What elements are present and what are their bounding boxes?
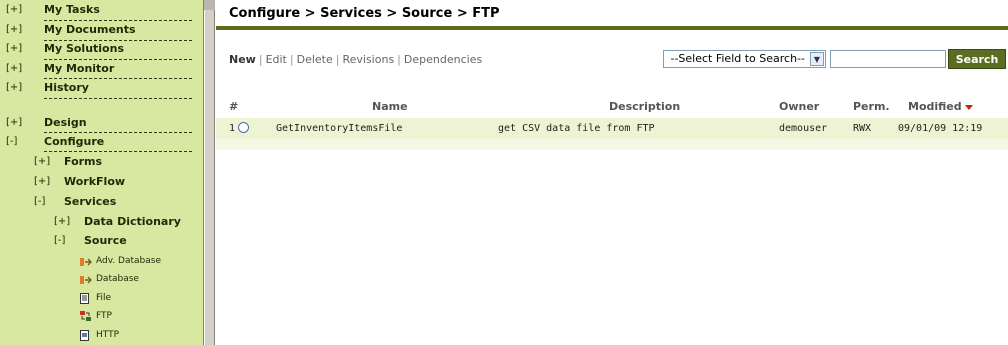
nav-label[interactable]: FTP bbox=[96, 307, 112, 325]
nav-item-services[interactable]: [-] Services bbox=[0, 193, 200, 211]
nav-label[interactable]: Adv. Database bbox=[96, 252, 161, 270]
table-header: # Name Description Owner Perm. Modified bbox=[216, 98, 1008, 116]
nav-item-my-tasks[interactable]: [+] My Tasks bbox=[0, 1, 200, 19]
database-connector-icon bbox=[80, 274, 92, 284]
nav-item-file[interactable]: File bbox=[0, 289, 200, 307]
nav-item-data-dictionary[interactable]: [+] Data Dictionary bbox=[0, 213, 200, 231]
ftp-icon bbox=[80, 311, 91, 321]
nav-item-adv-database[interactable]: Adv. Database bbox=[0, 252, 200, 270]
row-name[interactable]: GetInventoryItemsFile bbox=[276, 123, 402, 134]
sort-descending-icon[interactable] bbox=[964, 104, 973, 110]
separator: | bbox=[397, 53, 401, 66]
nav-item-history[interactable]: [+] History bbox=[0, 79, 200, 97]
column-header-name[interactable]: Name bbox=[372, 100, 408, 113]
nav-item-workflow[interactable]: [+] WorkFlow bbox=[0, 173, 200, 191]
navigation-sidebar: [+] My Tasks [+] My Documents [+] My Sol… bbox=[0, 0, 204, 345]
separator: | bbox=[335, 53, 340, 66]
dependencies-link[interactable]: Dependencies bbox=[404, 53, 482, 66]
nav-item-source[interactable]: [-] Source bbox=[0, 232, 200, 250]
nav-label[interactable]: HTTP bbox=[96, 326, 119, 344]
search-button[interactable]: Search bbox=[948, 49, 1006, 69]
new-link[interactable]: New bbox=[229, 53, 256, 66]
divider bbox=[44, 151, 192, 152]
main-content: Configure > Services > Source > FTP New |… bbox=[216, 0, 1008, 345]
collapse-toggle[interactable]: [-] bbox=[54, 232, 65, 250]
page-title: Configure > Services > Source > FTP bbox=[229, 6, 500, 21]
nav-item-my-solutions[interactable]: [+] My Solutions bbox=[0, 40, 200, 58]
nav-item-http[interactable]: HTTP bbox=[0, 326, 200, 344]
nav-label[interactable]: Data Dictionary bbox=[84, 213, 181, 231]
expand-toggle[interactable]: [+] bbox=[6, 21, 22, 39]
column-header-index: # bbox=[229, 100, 239, 113]
nav-item-database[interactable]: Database bbox=[0, 270, 200, 288]
collapse-toggle[interactable]: [-] bbox=[34, 193, 45, 211]
expand-toggle[interactable]: [+] bbox=[6, 1, 22, 19]
nav-label[interactable]: My Monitor bbox=[44, 60, 114, 78]
nav-label[interactable]: My Documents bbox=[44, 21, 136, 39]
column-header-owner[interactable]: Owner bbox=[779, 100, 819, 113]
separator: | bbox=[258, 53, 263, 66]
row-description: get CSV data file from FTP bbox=[498, 123, 655, 134]
nav-item-ftp[interactable]: FTP bbox=[0, 307, 200, 325]
row-modified: 09/01/09 12:19 bbox=[898, 123, 983, 134]
expand-toggle[interactable]: [+] bbox=[34, 153, 50, 171]
splitter-grip bbox=[204, 0, 215, 10]
column-header-description[interactable]: Description bbox=[609, 100, 680, 113]
divider bbox=[44, 98, 192, 99]
expand-toggle[interactable]: [+] bbox=[6, 114, 22, 132]
expand-toggle[interactable]: [+] bbox=[6, 60, 22, 78]
nav-item-my-monitor[interactable]: [+] My Monitor bbox=[0, 60, 200, 78]
nav-label[interactable]: Database bbox=[96, 270, 139, 288]
chevron-down-icon[interactable]: ▼ bbox=[810, 52, 824, 66]
search-field-select[interactable]: --Select Field to Search-- ▼ bbox=[663, 50, 826, 68]
table-footer-band bbox=[216, 139, 1008, 150]
file-icon bbox=[80, 293, 90, 304]
action-bar: New | Edit | Delete | Revisions | Dependencies bbox=[229, 53, 482, 66]
separator: | bbox=[289, 53, 294, 66]
row-select-radio[interactable] bbox=[238, 122, 249, 133]
nav-label[interactable]: Source bbox=[84, 232, 127, 250]
nav-label[interactable]: File bbox=[96, 289, 111, 307]
expand-toggle[interactable]: [+] bbox=[6, 40, 22, 58]
select-value: --Select Field to Search-- bbox=[670, 52, 805, 65]
nav-item-configure[interactable]: [-] Configure bbox=[0, 133, 200, 151]
database-connector-icon bbox=[80, 256, 92, 266]
table-row[interactable]: 1 GetInventoryItemsFile get CSV data fil… bbox=[216, 118, 1008, 139]
nav-label[interactable]: Forms bbox=[64, 153, 102, 171]
delete-link[interactable]: Delete bbox=[297, 53, 333, 66]
column-header-modified-label[interactable]: Modified bbox=[908, 100, 962, 113]
row-index: 1 bbox=[229, 123, 236, 134]
nav-item-my-documents[interactable]: [+] My Documents bbox=[0, 21, 200, 39]
nav-label[interactable]: Design bbox=[44, 114, 87, 132]
title-underline bbox=[216, 26, 1008, 30]
pane-splitter[interactable] bbox=[204, 0, 215, 345]
nav-label[interactable]: My Tasks bbox=[44, 1, 100, 19]
row-perm: RWX bbox=[853, 123, 872, 134]
edit-link[interactable]: Edit bbox=[266, 53, 287, 66]
nav-label[interactable]: History bbox=[44, 79, 89, 97]
column-header-perm[interactable]: Perm. bbox=[853, 100, 890, 113]
expand-toggle[interactable]: [+] bbox=[6, 79, 22, 97]
column-header-modified[interactable]: Modified bbox=[908, 100, 973, 113]
expand-toggle[interactable]: [+] bbox=[34, 173, 50, 191]
expand-toggle[interactable]: [+] bbox=[54, 213, 70, 231]
nav-label[interactable]: Services bbox=[64, 193, 116, 211]
nav-label[interactable]: Configure bbox=[44, 133, 104, 151]
http-icon bbox=[80, 330, 90, 341]
collapse-toggle[interactable]: [-] bbox=[6, 133, 17, 151]
nav-label[interactable]: My Solutions bbox=[44, 40, 124, 58]
search-input[interactable] bbox=[830, 50, 946, 68]
revisions-link[interactable]: Revisions bbox=[342, 53, 394, 66]
nav-item-design[interactable]: [+] Design bbox=[0, 114, 200, 132]
nav-label[interactable]: WorkFlow bbox=[64, 173, 125, 191]
nav-item-forms[interactable]: [+] Forms bbox=[0, 153, 200, 171]
row-owner: demouser bbox=[779, 123, 828, 134]
